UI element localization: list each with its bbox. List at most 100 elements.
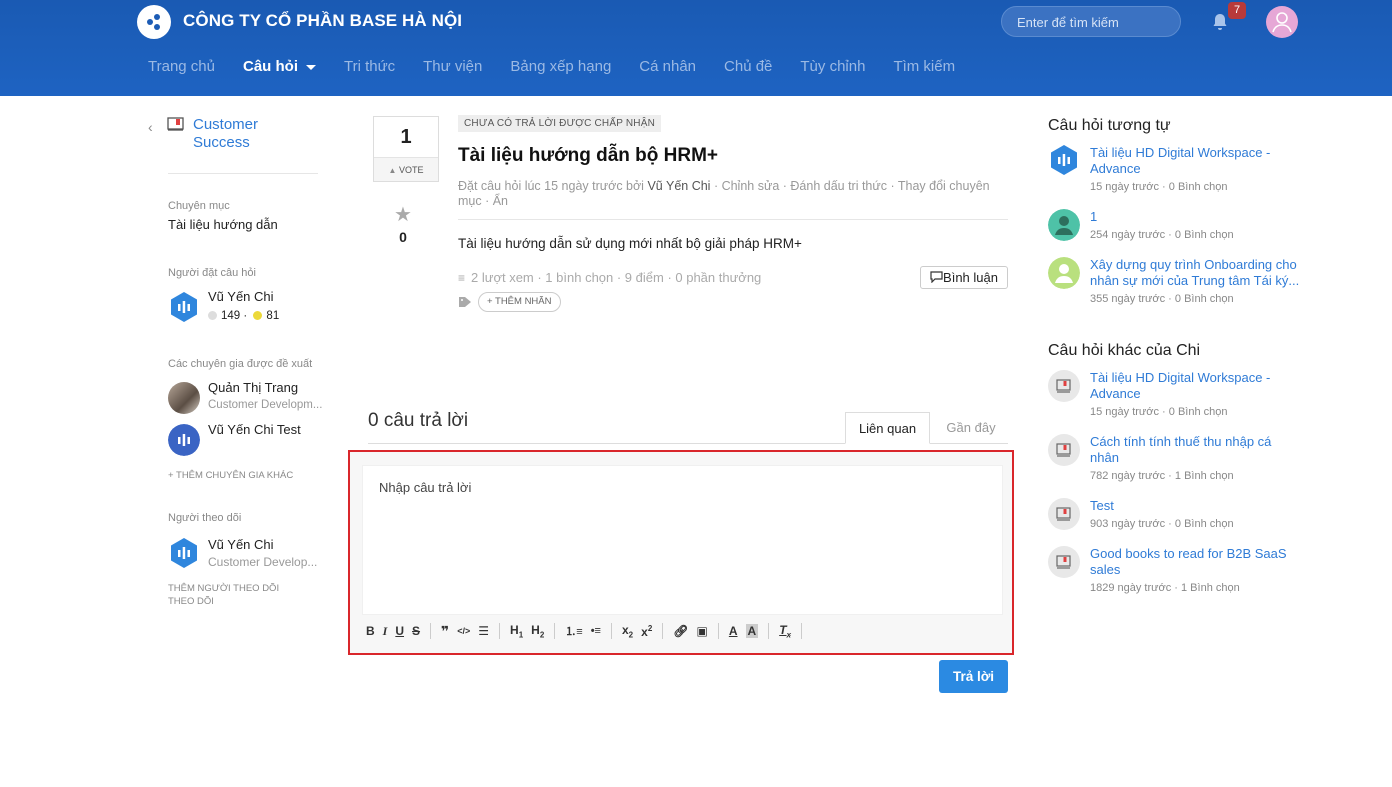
notification-badge: 7 xyxy=(1228,2,1246,19)
expert-avatar-icon[interactable] xyxy=(168,424,200,456)
nav-questions-label: Câu hỏi xyxy=(242,58,298,75)
nav-leaderboard[interactable]: Bảng xếp hạng xyxy=(510,58,611,75)
company-name[interactable]: CÔNG TY CỔ PHẦN BASE HÀ NỘI xyxy=(183,11,462,31)
nav-knowledge[interactable]: Tri thức xyxy=(344,58,395,75)
meta-user-link[interactable]: Vũ Yến Chi xyxy=(647,179,710,193)
italic-icon[interactable]: I xyxy=(383,624,388,639)
image-icon[interactable]: ▣ xyxy=(697,624,708,638)
space-link[interactable]: Customer Success xyxy=(193,116,313,152)
tab-recent[interactable]: Gần đây xyxy=(934,412,1008,444)
comment-button[interactable]: Bình luận xyxy=(920,266,1008,289)
question-meta: Đặt câu hỏi lúc 15 ngày trước bởi Vũ Yến… xyxy=(458,179,1008,209)
text-color-icon[interactable]: A xyxy=(729,624,738,638)
gray-dot-icon xyxy=(208,311,217,320)
question-body: Tài liệu hướng dẫn sử dụng mới nhất bộ g… xyxy=(458,236,802,251)
other-questions-title: Câu hỏi khác của Chi xyxy=(1048,342,1201,359)
nav-topics[interactable]: Chủ đề xyxy=(724,58,772,75)
user-avatar-icon xyxy=(1048,257,1080,289)
link-icon[interactable]: 🔗︎ xyxy=(673,624,688,638)
star-icon[interactable]: ★ xyxy=(394,202,412,227)
expert-name[interactable]: Vũ Yến Chi Test xyxy=(208,422,301,437)
nav-customize[interactable]: Tùy chỉnh xyxy=(800,58,865,75)
add-follower-link[interactable]: THÊM NGƯỜI THEO DÕI THEO DÕI xyxy=(168,582,288,608)
expert-avatar-photo[interactable] xyxy=(168,382,200,414)
search-placeholder: Enter để tìm kiếm xyxy=(1017,15,1119,30)
nav-library[interactable]: Thư viện xyxy=(423,58,482,75)
similar-question-meta: 355 ngày trước · 0 Bình chọn xyxy=(1090,293,1234,305)
user-avatar[interactable] xyxy=(1266,6,1298,38)
asker-points: 149 · 81 xyxy=(208,310,279,322)
follower-title: Customer Develop... xyxy=(208,555,318,569)
category-label: Chuyên mục xyxy=(168,200,230,212)
reply-button[interactable]: Trả lời xyxy=(939,660,1008,693)
other-question-link[interactable]: Cách tính tính thuế thu nhập cá nhân xyxy=(1090,434,1300,466)
align-icon[interactable]: ☰ xyxy=(478,624,489,638)
book-icon xyxy=(1048,370,1080,402)
other-question-meta: 1829 ngày trước · 1 Bình chọn xyxy=(1090,582,1240,594)
list-icon: ≡ xyxy=(458,271,466,285)
back-chevron-icon[interactable]: ‹ xyxy=(148,119,153,135)
code-icon[interactable]: </> xyxy=(457,626,470,636)
similar-question-meta: 15 ngày trước · 0 Bình chọn xyxy=(1090,181,1228,193)
asker-avatar-icon[interactable] xyxy=(168,291,200,323)
other-question-meta: 903 ngày trước · 0 Bình chọn xyxy=(1090,518,1234,530)
nav-search[interactable]: Tìm kiếm xyxy=(893,58,955,75)
ordered-list-icon[interactable]: ⒈≡ xyxy=(565,623,582,639)
nav-personal[interactable]: Cá nhân xyxy=(639,58,696,75)
other-question-link[interactable]: Test xyxy=(1090,498,1300,514)
follower-avatar-icon[interactable] xyxy=(168,537,200,569)
nav-questions[interactable]: Câu hỏi xyxy=(243,58,316,75)
heading1-icon[interactable]: H1 xyxy=(510,623,523,639)
similar-question-link[interactable]: Tài liệu HD Digital Workspace - Advance xyxy=(1090,145,1300,177)
answer-editor-highlight: Nhập câu trả lời B I U S ❞ </> ☰ H1 H2 ⒈… xyxy=(348,450,1014,655)
add-tag-button[interactable]: + THÊM NHÃN xyxy=(478,292,561,312)
meta-prefix: Đặt câu hỏi lúc 15 ngày trước bởi xyxy=(458,179,644,193)
background-color-icon[interactable]: A xyxy=(745,624,759,638)
caret-down-icon xyxy=(305,64,316,70)
follower-name[interactable]: Vũ Yến Chi xyxy=(208,537,274,552)
divider xyxy=(168,173,318,174)
toolbar-separator xyxy=(554,623,556,639)
book-icon xyxy=(1048,434,1080,466)
similar-question-link[interactable]: Xây dựng quy trình Onboarding cho nhân s… xyxy=(1090,257,1300,289)
company-logo-icon[interactable] xyxy=(137,5,171,39)
question-stats: ≡ 2 lượt xem · 1 bình chọn · 9 điểm · 0 p… xyxy=(458,270,761,285)
asker-name[interactable]: Vũ Yến Chi xyxy=(208,289,274,304)
bullet-list-icon[interactable]: •≡ xyxy=(591,625,601,637)
underline-icon[interactable]: U xyxy=(395,624,404,638)
clear-format-icon[interactable]: Tx xyxy=(779,623,791,639)
editor-toolbar: B I U S ❞ </> ☰ H1 H2 ⒈≡ •≡ x2 x2 🔗︎ ▣ A… xyxy=(362,618,808,644)
other-question-link[interactable]: Tài liệu HD Digital Workspace - Advance xyxy=(1090,370,1300,402)
bell-icon[interactable] xyxy=(1210,12,1230,32)
comment-label: Bình luận xyxy=(943,270,998,285)
question-avatar-icon xyxy=(1051,145,1077,175)
question-title: Tài liệu hướng dẫn bộ HRM+ xyxy=(458,145,719,166)
tag-icon xyxy=(459,297,471,307)
bold-icon[interactable]: B xyxy=(366,624,375,638)
asker-label: Người đặt câu hỏi xyxy=(168,267,256,279)
strikethrough-icon[interactable]: S xyxy=(412,624,420,638)
search-input[interactable]: Enter để tìm kiếm xyxy=(1001,6,1181,37)
vote-button[interactable]: ▲ VOTE xyxy=(374,157,438,181)
similar-question-link[interactable]: 1 xyxy=(1090,209,1300,225)
vote-box: 1 ▲ VOTE xyxy=(373,116,439,182)
answer-editor[interactable]: Nhập câu trả lời xyxy=(362,465,1003,615)
user-icon xyxy=(1272,12,1292,33)
subscript-icon[interactable]: x2 xyxy=(622,623,633,639)
heading2-icon[interactable]: H2 xyxy=(531,623,544,639)
other-question-link[interactable]: Good books to read for B2B SaaS sales xyxy=(1090,546,1300,578)
editor-placeholder: Nhập câu trả lời xyxy=(379,480,472,495)
toolbar-separator xyxy=(768,623,770,639)
category-value[interactable]: Tài liệu hướng dẫn xyxy=(168,217,278,232)
toolbar-separator xyxy=(430,623,432,639)
quote-icon[interactable]: ❞ xyxy=(441,623,449,640)
status-badge: CHƯA CÓ TRẢ LỜI ĐƯỢC CHẤP NHẬN xyxy=(458,115,661,132)
nav-home[interactable]: Trang chủ xyxy=(148,58,215,75)
stats-text: 2 lượt xem · 1 bình chọn · 9 điểm · 0 ph… xyxy=(471,270,762,285)
expert-name[interactable]: Quản Thị Trang xyxy=(208,380,298,395)
add-expert-link[interactable]: + THÊM CHUYÊN GIA KHÁC xyxy=(168,469,293,482)
superscript-icon[interactable]: x2 xyxy=(641,624,652,639)
toolbar-separator xyxy=(800,623,802,639)
toolbar-separator xyxy=(610,623,612,639)
tab-related[interactable]: Liên quan xyxy=(845,412,930,444)
